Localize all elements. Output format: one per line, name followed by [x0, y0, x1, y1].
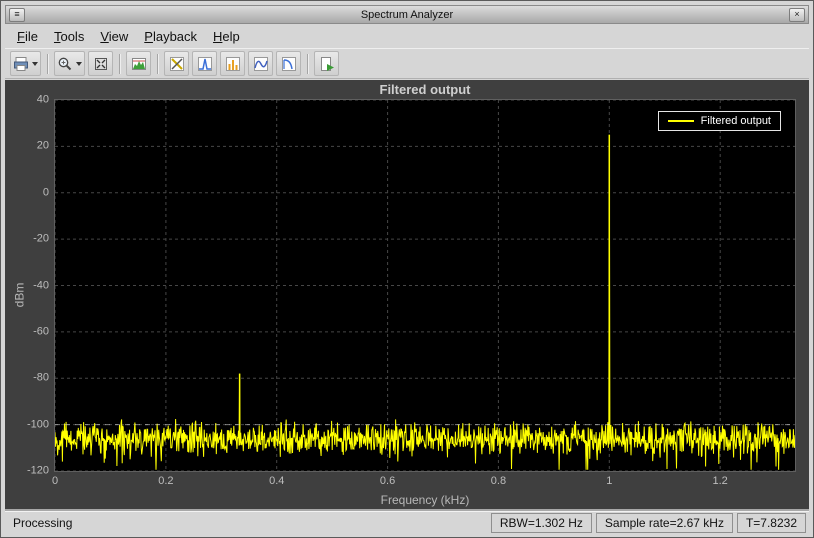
x-tick-label: 0.8 — [491, 475, 506, 487]
peak-finder-icon — [197, 56, 213, 72]
fit-to-view-button[interactable] — [88, 51, 113, 76]
x-tick-label: 1.2 — [713, 475, 728, 487]
figure-area: Filtered output dBm Filtered output 4020… — [5, 80, 809, 509]
toolbar-separator — [307, 54, 308, 74]
y-tick-label: -80 — [33, 372, 49, 384]
distortion-measurements-icon — [225, 56, 241, 72]
distortion-measurements-button[interactable] — [220, 51, 245, 76]
menu-bar: File Tools View Playback Help — [5, 24, 809, 48]
legend-line-sample-icon — [668, 120, 694, 122]
spectrum-trace-svg — [55, 100, 795, 471]
y-tick-label: 40 — [37, 93, 49, 105]
y-tick-label: 0 — [43, 186, 49, 198]
legend[interactable]: Filtered output — [658, 111, 781, 131]
toolbar-separator — [157, 54, 158, 74]
menu-view[interactable]: View — [92, 26, 136, 47]
window-menu-button[interactable]: ≡ — [9, 8, 25, 22]
menu-file[interactable]: File — [9, 26, 46, 47]
menu-playback[interactable]: Playback — [136, 26, 205, 47]
peak-finder-button[interactable] — [192, 51, 217, 76]
y-tick-label: -120 — [27, 464, 49, 476]
toolbar — [5, 48, 809, 79]
zoom-button[interactable] — [54, 51, 85, 76]
spectrum-settings-icon — [131, 56, 147, 72]
plot-area[interactable]: Filtered output 40200-20-40-60-80-100-12… — [54, 99, 796, 472]
x-tick-label: 0.4 — [269, 475, 284, 487]
status-rbw: RBW=1.302 Hz — [491, 513, 592, 533]
y-tick-label: -100 — [27, 418, 49, 430]
x-tick-label: 1 — [606, 475, 612, 487]
zoom-icon — [57, 56, 73, 72]
status-sample-rate: Sample rate=2.67 kHz — [596, 513, 733, 533]
channel-measurements-button[interactable] — [248, 51, 273, 76]
status-bar: Processing RBW=1.302 Hz Sample rate=2.67… — [5, 511, 809, 534]
window-title: Spectrum Analyzer — [26, 9, 788, 21]
plot-title: Filtered output — [54, 82, 796, 97]
legend-label: Filtered output — [701, 115, 771, 127]
menu-tools[interactable]: Tools — [46, 26, 92, 47]
menu-help[interactable]: Help — [205, 26, 248, 47]
y-tick-label: -20 — [33, 233, 49, 245]
y-tick-label: 20 — [37, 140, 49, 152]
dropdown-caret-icon — [32, 62, 38, 66]
status-processing: Processing — [8, 516, 487, 530]
export-button[interactable] — [10, 51, 41, 76]
y-axis-label: dBm — [12, 282, 26, 307]
toolbar-separator — [119, 54, 120, 74]
ccdf-measurements-button[interactable] — [276, 51, 301, 76]
y-tick-label: -40 — [33, 279, 49, 291]
playback-settings-button[interactable] — [314, 51, 339, 76]
x-tick-label: 0.6 — [380, 475, 395, 487]
spectrum-analyzer-window: ≡ Spectrum Analyzer × File Tools View Pl… — [0, 0, 814, 538]
cursor-measurements-button[interactable] — [164, 51, 189, 76]
y-tick-label: -60 — [33, 325, 49, 337]
toolbar-separator — [47, 54, 48, 74]
spectrum-settings-button[interactable] — [126, 51, 151, 76]
x-tick-label: 0 — [52, 475, 58, 487]
close-button[interactable]: × — [789, 8, 805, 22]
export-icon — [13, 56, 29, 72]
cursor-measurements-icon — [169, 56, 185, 72]
channel-measurements-icon — [253, 56, 269, 72]
x-axis-label: Frequency (kHz) — [54, 493, 796, 507]
ccdf-measurements-icon — [281, 56, 297, 72]
fit-to-view-icon — [93, 56, 109, 72]
title-bar[interactable]: ≡ Spectrum Analyzer × — [5, 5, 809, 24]
dropdown-caret-icon — [76, 62, 82, 66]
x-tick-label: 0.2 — [158, 475, 173, 487]
playback-settings-icon — [319, 56, 335, 72]
status-time: T=7.8232 — [737, 513, 806, 533]
